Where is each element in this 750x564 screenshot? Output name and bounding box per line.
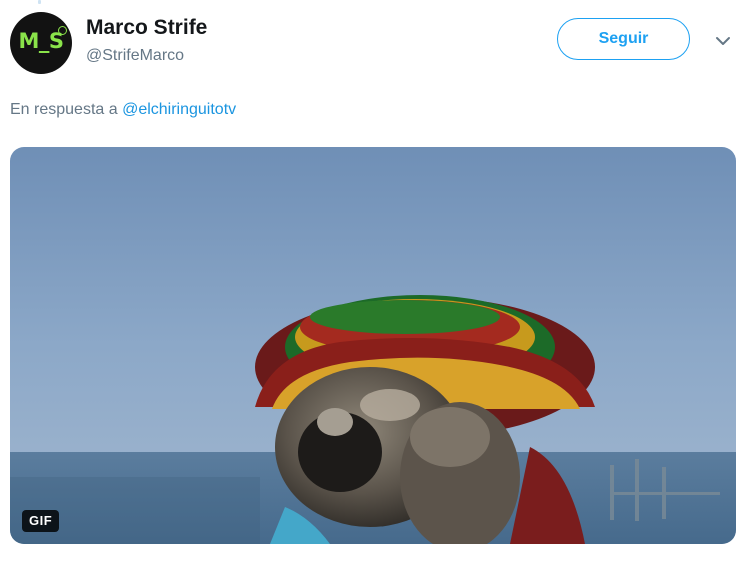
gif-media[interactable]: GIF	[10, 147, 736, 544]
display-name[interactable]: Marco Strife	[86, 16, 207, 40]
gif-badge: GIF	[22, 510, 60, 532]
chevron-down-icon[interactable]	[714, 34, 732, 48]
reply-prefix: En respuesta a	[10, 101, 118, 118]
gif-frame-image	[10, 147, 736, 544]
avatar-mark-icon	[58, 26, 67, 35]
edge-marker	[38, 0, 41, 4]
reply-mention-link[interactable]: @elchiringuitotv	[122, 101, 236, 118]
reply-context: En respuesta a @elchiringuitotv	[10, 101, 236, 119]
user-handle[interactable]: @StrifeMarco	[86, 47, 184, 65]
avatar[interactable]: M_S	[10, 12, 72, 74]
top-edge	[0, 0, 750, 6]
follow-button[interactable]: Seguir	[557, 18, 690, 60]
